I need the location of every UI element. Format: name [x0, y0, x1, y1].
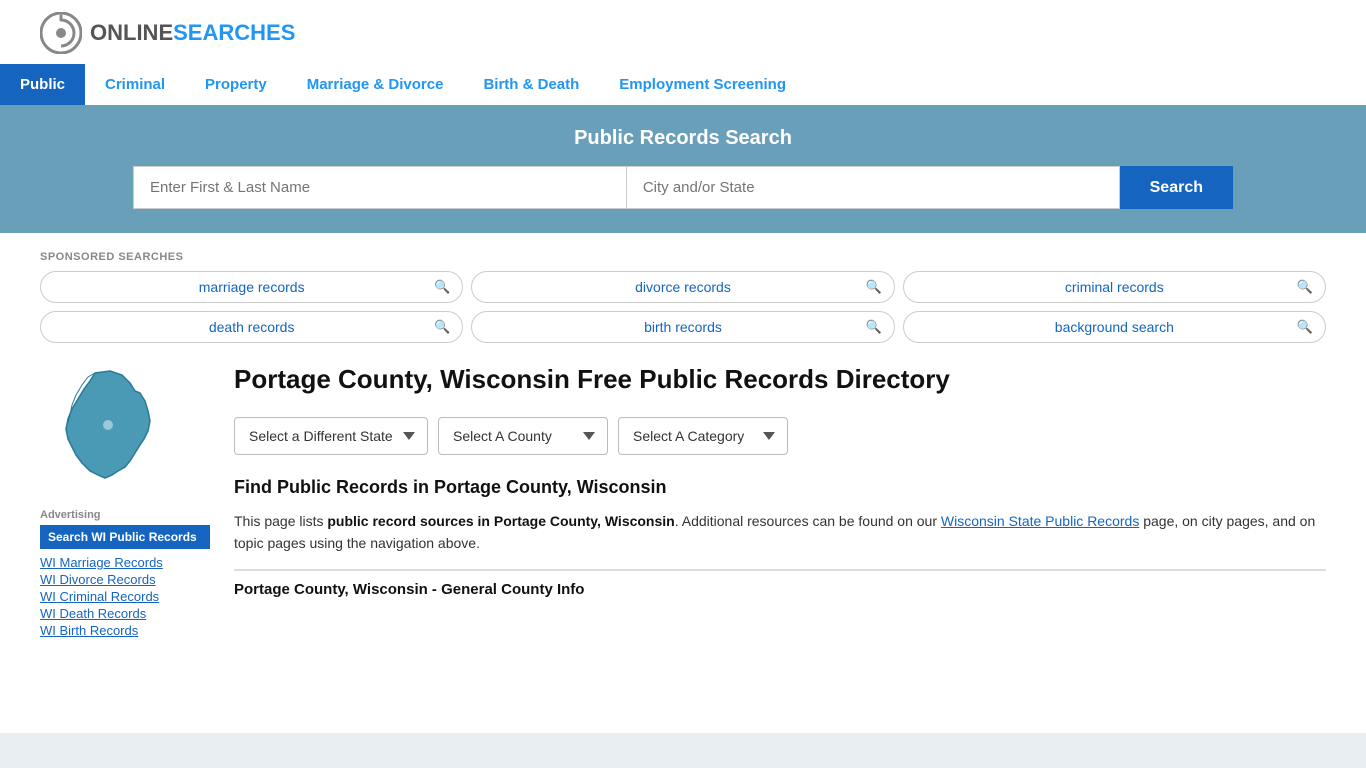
sidebar-link-marriage[interactable]: WI Marriage Records — [40, 555, 210, 570]
dropdowns-row: Select a Different State Select A County… — [234, 417, 1326, 455]
section-divider — [234, 569, 1326, 571]
sponsored-label: SPONSORED SEARCHES — [40, 251, 1326, 263]
site-header: ONLINESEARCHES Public Criminal Property … — [0, 0, 1366, 105]
search-pills: marriage records 🔍 divorce records 🔍 cri… — [40, 271, 1326, 343]
nav-employment[interactable]: Employment Screening — [599, 64, 806, 105]
pill-criminal-records[interactable]: criminal records 🔍 — [903, 271, 1326, 303]
pill-death-records[interactable]: death records 🔍 — [40, 311, 463, 343]
nav-marriage-divorce[interactable]: Marriage & Divorce — [287, 64, 464, 105]
search-banner: Public Records Search Search — [0, 105, 1366, 233]
pill-birth-records[interactable]: birth records 🔍 — [471, 311, 894, 343]
location-input[interactable] — [626, 166, 1120, 209]
nav-public[interactable]: Public — [0, 64, 85, 105]
sidebar-links: WI Marriage Records WI Divorce Records W… — [40, 555, 210, 638]
search-icon: 🔍 — [865, 319, 881, 335]
search-icon: 🔍 — [434, 319, 450, 335]
name-input[interactable] — [133, 166, 626, 209]
article-area: Portage County, Wisconsin Free Public Re… — [234, 363, 1326, 638]
ad-button[interactable]: Search WI Public Records — [40, 525, 210, 549]
category-dropdown[interactable]: Select A Category — [618, 417, 788, 455]
pill-background-search[interactable]: background search 🔍 — [903, 311, 1326, 343]
sidebar-link-death[interactable]: WI Death Records — [40, 606, 210, 621]
search-icon: 🔍 — [1297, 319, 1313, 335]
article-title: Portage County, Wisconsin Free Public Re… — [234, 363, 1326, 397]
search-button[interactable]: Search — [1120, 166, 1233, 209]
content-section: Advertising Search WI Public Records WI … — [40, 363, 1326, 638]
sidebar-link-divorce[interactable]: WI Divorce Records — [40, 572, 210, 587]
advertising-label: Advertising — [40, 509, 210, 521]
nav-property[interactable]: Property — [185, 64, 287, 105]
state-dropdown[interactable]: Select a Different State — [234, 417, 428, 455]
pill-divorce-records[interactable]: divorce records 🔍 — [471, 271, 894, 303]
county-dropdown[interactable]: Select A County — [438, 417, 608, 455]
main-content: SPONSORED SEARCHES marriage records 🔍 di… — [0, 233, 1366, 733]
main-nav: Public Criminal Property Marriage & Divo… — [0, 64, 1366, 105]
wi-records-link[interactable]: Wisconsin State Public Records — [941, 513, 1139, 529]
search-icon: 🔍 — [865, 279, 881, 295]
logo-text: ONLINESEARCHES — [90, 20, 295, 46]
search-banner-title: Public Records Search — [40, 127, 1326, 150]
article-body: This page lists public record sources in… — [234, 510, 1326, 555]
section-sub-title: Portage County, Wisconsin - General Coun… — [234, 581, 1326, 598]
search-icon: 🔍 — [434, 279, 450, 295]
sidebar-link-birth[interactable]: WI Birth Records — [40, 623, 210, 638]
search-form: Search — [133, 166, 1233, 209]
search-icon: 🔍 — [1297, 279, 1313, 295]
nav-birth-death[interactable]: Birth & Death — [463, 64, 599, 105]
sidebar-link-criminal[interactable]: WI Criminal Records — [40, 589, 210, 604]
find-records-title: Find Public Records in Portage County, W… — [234, 477, 1326, 498]
nav-criminal[interactable]: Criminal — [85, 64, 185, 105]
sidebar: Advertising Search WI Public Records WI … — [40, 363, 210, 638]
pill-marriage-records[interactable]: marriage records 🔍 — [40, 271, 463, 303]
wisconsin-map — [40, 363, 180, 493]
logo-area: ONLINESEARCHES — [40, 12, 1326, 54]
logo-icon — [40, 12, 82, 54]
